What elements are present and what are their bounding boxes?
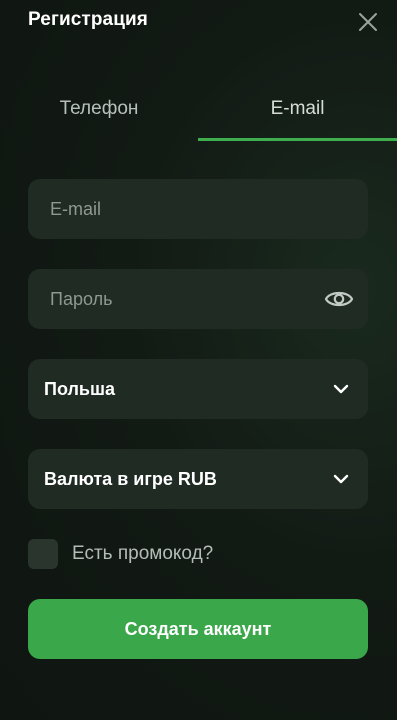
create-account-button[interactable]: Создать аккаунт <box>28 599 368 659</box>
email-field[interactable] <box>28 179 368 239</box>
tab-phone[interactable]: Телефон <box>0 78 198 140</box>
tab-email[interactable]: E-mail <box>198 78 397 140</box>
country-select-value: Польша <box>44 379 115 399</box>
modal-header: Регистрация <box>0 0 397 44</box>
country-select[interactable]: Польша <box>28 359 368 419</box>
promo-code-toggle[interactable]: Есть промокод? <box>28 538 213 570</box>
chevron-down-icon <box>333 474 349 484</box>
chevron-down-icon <box>333 384 349 394</box>
active-tab-indicator <box>198 138 397 141</box>
password-field-container <box>28 269 368 329</box>
page-title: Регистрация <box>28 9 148 30</box>
eye-icon <box>324 291 354 307</box>
tab-bar: Телефон E-mail <box>0 78 397 142</box>
currency-select-value: Валюта в игре RUB <box>44 469 217 489</box>
currency-select[interactable]: Валюта в игре RUB <box>28 449 368 509</box>
email-field-container <box>28 179 368 239</box>
password-visibility-toggle[interactable] <box>324 284 354 314</box>
promo-code-label: Есть промокод? <box>72 543 214 564</box>
password-field[interactable] <box>28 269 368 329</box>
close-icon <box>359 13 377 31</box>
close-button[interactable] <box>356 10 380 34</box>
promo-code-checkbox[interactable] <box>28 539 58 569</box>
